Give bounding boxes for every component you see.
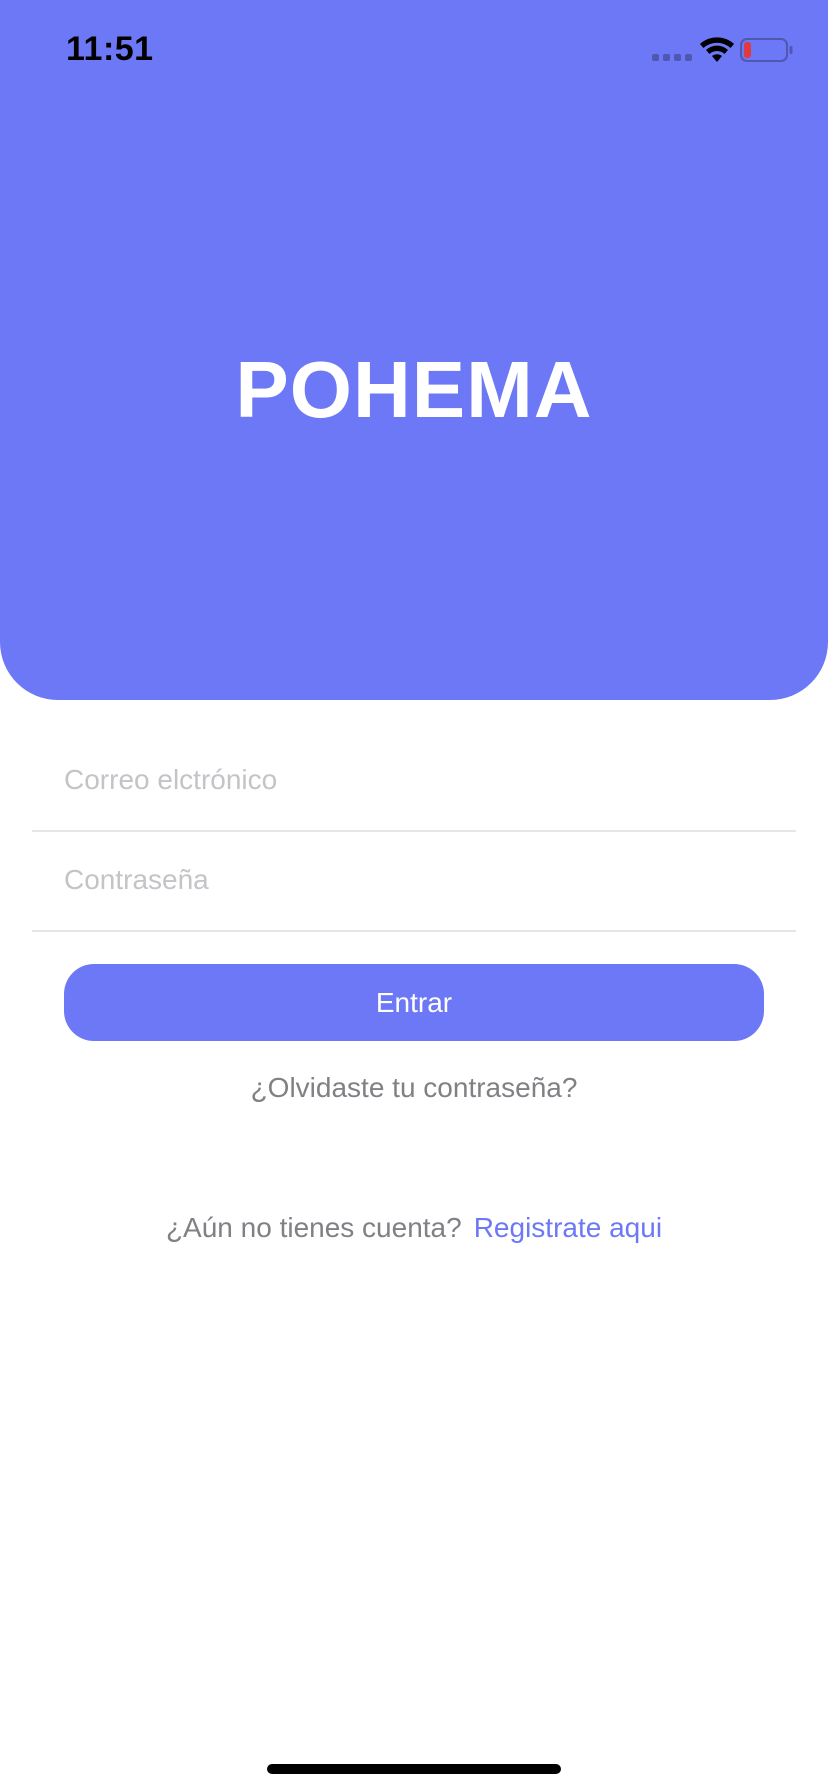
battery-icon — [740, 38, 793, 62]
status-bar: 11:51 — [0, 0, 828, 100]
password-input[interactable] — [64, 832, 764, 928]
status-time: 11:51 — [66, 30, 154, 68]
wifi-icon — [700, 37, 734, 62]
hero-banner: POHEMA — [0, 0, 828, 700]
home-indicator[interactable] — [267, 1764, 561, 1774]
email-field — [32, 732, 796, 832]
app-title: POHEMA — [235, 345, 593, 434]
signup-prompt: ¿Aún no tienes cuenta? — [165, 1212, 462, 1243]
forgot-password-link[interactable]: ¿Olvidaste tu contraseña? — [0, 1072, 828, 1104]
password-field — [32, 832, 796, 932]
email-input[interactable] — [64, 732, 764, 828]
signup-link[interactable]: Registrate aqui — [474, 1212, 662, 1243]
login-button[interactable]: Entrar — [64, 964, 764, 1041]
signup-row: ¿Aún no tienes cuenta? Registrate aqui — [0, 1212, 828, 1244]
signal-icon — [652, 54, 692, 61]
